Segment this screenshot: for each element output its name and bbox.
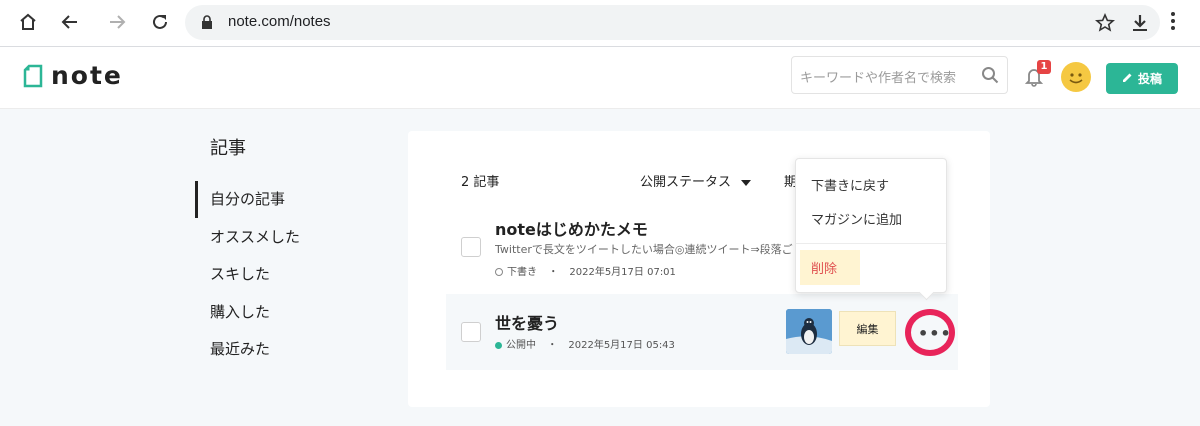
site-header: note キーワードや作者名で検索 1 投稿 [0,47,1200,109]
published-status-dot [495,341,502,349]
sidebar-item-purchased[interactable]: 購入した [195,294,375,332]
forward-icon[interactable] [106,11,128,33]
sidebar-title: 記事 [210,138,246,159]
meta-separator: ・ [548,267,559,278]
menu-item-delete[interactable]: 削除 [800,250,860,285]
browser-menu-icon[interactable] [1170,11,1176,35]
article-excerpt: Twitterで長文をツイートしたい場合◎連続ツイート⇒段落ご [495,243,793,256]
reload-icon[interactable] [149,11,171,33]
address-bar[interactable]: note.com/notes [185,5,1160,40]
status-filter-label: 公開ステータス [640,175,732,190]
logo-text[interactable]: note [51,61,123,90]
article-count: 2 記事 [461,175,500,190]
draft-status-dot [495,268,503,276]
article-title[interactable]: 世を憂う [495,310,559,334]
post-button[interactable]: 投稿 [1106,63,1178,94]
more-options-icon[interactable]: ••• [918,324,952,343]
post-button-label: 投稿 [1137,72,1162,86]
avatar[interactable] [1061,62,1091,92]
article-thumbnail[interactable] [786,309,832,354]
article-status: 公開中 [506,340,536,351]
notification-badge: 1 [1037,60,1051,74]
article-title[interactable]: noteはじめかたメモ [495,216,648,240]
sidebar-item-recommended[interactable]: オススメした [195,219,375,257]
status-filter-dropdown[interactable]: 公開ステータス [640,171,752,190]
article-meta: 下書き ・ 2022年5月17日 07:01 [495,263,676,278]
sidebar-item-my-articles[interactable]: 自分の記事 [195,181,375,219]
pencil-icon [1122,72,1133,86]
search-input[interactable]: キーワードや作者名で検索 [791,56,1008,94]
article-checkbox[interactable] [461,322,481,342]
bookmark-star-icon[interactable] [1095,13,1115,37]
sidebar-nav: 自分の記事 オススメした スキした 購入した 最近みた [195,181,375,369]
edit-button[interactable]: 編集 [839,311,896,346]
menu-divider [796,243,946,244]
article-date: 2022年5月17日 07:01 [569,267,676,278]
search-placeholder: キーワードや作者名で検索 [800,71,957,86]
article-checkbox[interactable] [461,237,481,257]
sidebar-item-recently-viewed[interactable]: 最近みた [195,331,375,369]
sidebar-item-liked[interactable]: スキした [195,256,375,294]
article-date: 2022年5月17日 05:43 [568,340,675,351]
search-icon[interactable] [981,66,999,88]
menu-item-add-to-magazine[interactable]: マガジンに追加 [811,209,902,228]
meta-separator: ・ [547,340,558,351]
note-logo-icon[interactable] [22,64,44,92]
download-icon[interactable] [1130,13,1150,37]
menu-item-revert-to-draft[interactable]: 下書きに戻す [811,175,889,194]
article-meta: 公開中 ・ 2022年5月17日 05:43 [495,336,675,351]
article-options-menu: 下書きに戻す マガジンに追加 削除 [795,158,947,293]
home-icon[interactable] [17,11,39,33]
back-icon[interactable] [59,11,81,33]
caret-down-icon [741,175,752,190]
browser-toolbar: note.com/notes [0,0,1200,47]
url-text: note.com/notes [228,13,331,30]
article-status: 下書き [507,267,537,278]
lock-icon [201,15,213,34]
